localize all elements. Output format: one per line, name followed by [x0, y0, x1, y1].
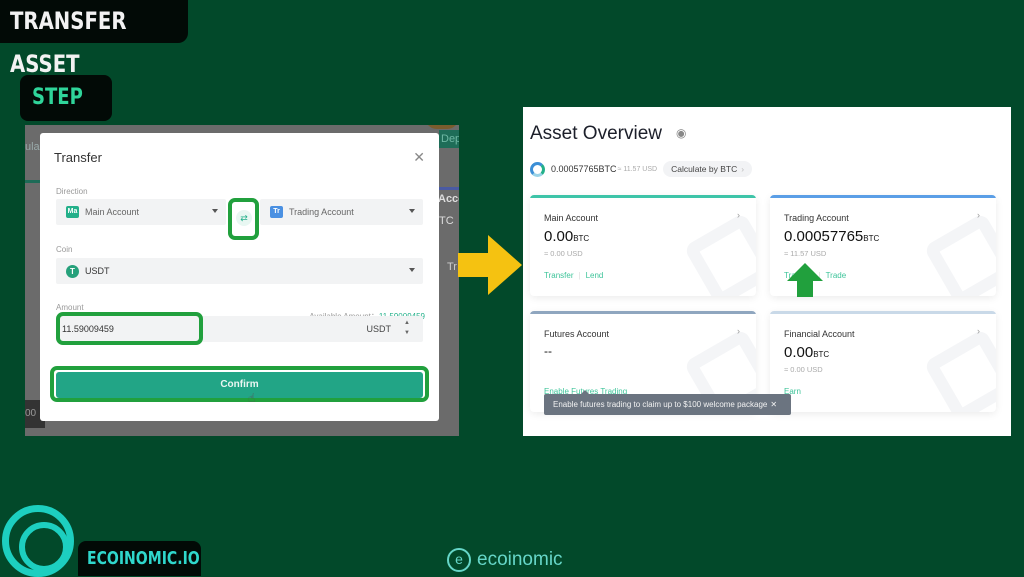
tooltip-text: Enable futures trading to claim up to $1… — [553, 400, 768, 409]
card-usd: ≈ 0.00 USD — [784, 365, 823, 374]
chevron-down-icon — [212, 209, 218, 213]
bg-fragment: Acco — [438, 193, 459, 205]
card-name: Trading Account — [784, 213, 849, 223]
eye-icon[interactable]: ◉ — [676, 126, 686, 140]
arrow-up-icon — [787, 263, 823, 297]
close-icon[interactable]: ✕ — [770, 400, 777, 409]
unit: BTC — [813, 350, 830, 359]
amount-highlight — [56, 312, 203, 345]
amount-stepper[interactable]: ▲ ▼ — [399, 318, 415, 340]
page-title-badge: TRANSFER ASSET — [0, 0, 188, 78]
card-accent-bar — [530, 195, 756, 198]
total-usd: ≈ 11.57 USD — [617, 165, 658, 173]
stepper-up-icon[interactable]: ▲ — [399, 318, 415, 328]
from-account-name: Main Account — [85, 207, 140, 217]
bg-fragment: ula — [25, 141, 40, 153]
ecoinomic-logo-icon — [2, 505, 74, 577]
watermark-logo — [683, 212, 756, 296]
brand-badge: ECOINOMIC.IO — [78, 541, 201, 576]
watermark-logo — [923, 328, 996, 412]
watermark-logo — [923, 212, 996, 296]
portfolio-ring-icon — [530, 161, 545, 177]
chevron-right-icon: › — [741, 164, 745, 174]
ecoinomic-logo-icon: e — [447, 548, 471, 572]
card-value: 0.00057765BTC — [784, 228, 879, 245]
bg-coin-image — [425, 125, 459, 129]
hand-cursor-icon: ☝ — [248, 391, 256, 405]
unit: BTC — [573, 234, 590, 243]
coin-label: Coin — [56, 245, 73, 254]
chevron-right-icon[interactable]: › — [737, 210, 740, 220]
calc-label: Calculate by BTC — [671, 164, 738, 174]
asset-overview-title: Asset Overview — [530, 123, 662, 144]
from-account-select[interactable]: Ma Main Account — [56, 199, 226, 225]
footer-brand: e ecoinomic — [447, 548, 563, 572]
amount-label: Amount — [56, 303, 84, 312]
bg-fragment: Tr — [447, 261, 457, 273]
card-value: 0.00BTC — [544, 228, 589, 245]
futures-tooltip: Enable futures trading to claim up to $1… — [544, 390, 791, 415]
chevron-down-icon — [409, 209, 415, 213]
bg-fragment: TC — [439, 215, 454, 227]
card-accent-bar — [530, 311, 756, 314]
card-value: -- — [544, 344, 552, 358]
coin-value: USDT — [85, 266, 110, 276]
step-badge: STEP 2 — [20, 75, 112, 156]
transfer-dialog: Transfer ✕ Direction Ma Main Account ⇄ T… — [40, 133, 439, 421]
chevron-right-icon[interactable]: › — [977, 210, 980, 220]
dialog-title: Transfer — [54, 150, 102, 165]
confirm-highlight — [50, 366, 429, 402]
unit: BTC — [863, 234, 880, 243]
bg-line — [439, 187, 459, 190]
to-account-select[interactable]: Tr Trading Account — [260, 199, 423, 225]
arrow-right-icon — [458, 235, 522, 295]
value: 0.00 — [784, 344, 814, 361]
direction-label: Direction — [56, 187, 88, 196]
card-accent-bar — [770, 311, 996, 314]
page-title: TRANSFER ASSET — [10, 7, 127, 78]
to-account-name: Trading Account — [289, 207, 354, 217]
chevron-right-icon[interactable]: › — [737, 326, 740, 336]
trade-link[interactable]: Trade — [826, 271, 847, 280]
financial-account-card[interactable]: Financial Account › 0.00BTC ≈ 0.00 USD E… — [770, 311, 996, 412]
card-usd: ≈ 11.57 USD — [784, 249, 827, 258]
asset-overview-screenshot: Asset Overview ◉ 0.00057765BTC ≈ 11.57 U… — [523, 107, 1011, 436]
card-usd: ≈ 0.00 USD — [544, 249, 583, 258]
trading-account-tag-icon: Tr — [270, 206, 283, 218]
total-btc: 0.00057765BTC — [551, 164, 617, 174]
value: 0.00057765 — [784, 228, 864, 245]
card-accent-bar — [770, 195, 996, 198]
total-balance: 0.00057765BTC ≈ 11.57 USD Calculate by B… — [530, 161, 753, 177]
bg-deposit-button: Depo — [439, 130, 459, 148]
main-account-tag-icon: Ma — [66, 206, 79, 218]
chevron-right-icon[interactable]: › — [977, 326, 980, 336]
card-links: Transfer | Lend — [544, 271, 604, 280]
transfer-screenshot: ula Depo Acco TC Tr 00 w Transfer ✕ Dire… — [25, 125, 459, 436]
value: 0.00 — [544, 228, 574, 245]
card-value: 0.00BTC — [784, 344, 829, 361]
amount-unit: USDT — [366, 324, 392, 334]
card-name: Futures Account — [544, 329, 610, 339]
brand-badge-text: ECOINOMIC.IO — [87, 548, 200, 569]
lend-link[interactable]: Lend — [586, 271, 604, 280]
coin-select[interactable]: T USDT — [56, 258, 423, 284]
footer-brand-text: ecoinomic — [477, 549, 563, 570]
transfer-link[interactable]: Transfer — [544, 271, 574, 280]
main-account-card[interactable]: Main Account › 0.00BTC ≈ 0.00 USD Transf… — [530, 195, 756, 296]
swap-highlight — [228, 198, 259, 240]
chevron-down-icon — [409, 268, 415, 272]
calculate-by-button[interactable]: Calculate by BTC › — [663, 161, 753, 177]
card-name: Main Account — [544, 213, 599, 223]
usdt-icon: T — [66, 264, 79, 278]
card-name: Financial Account — [784, 329, 855, 339]
stepper-down-icon[interactable]: ▼ — [399, 328, 415, 338]
close-icon[interactable]: ✕ — [413, 149, 425, 166]
